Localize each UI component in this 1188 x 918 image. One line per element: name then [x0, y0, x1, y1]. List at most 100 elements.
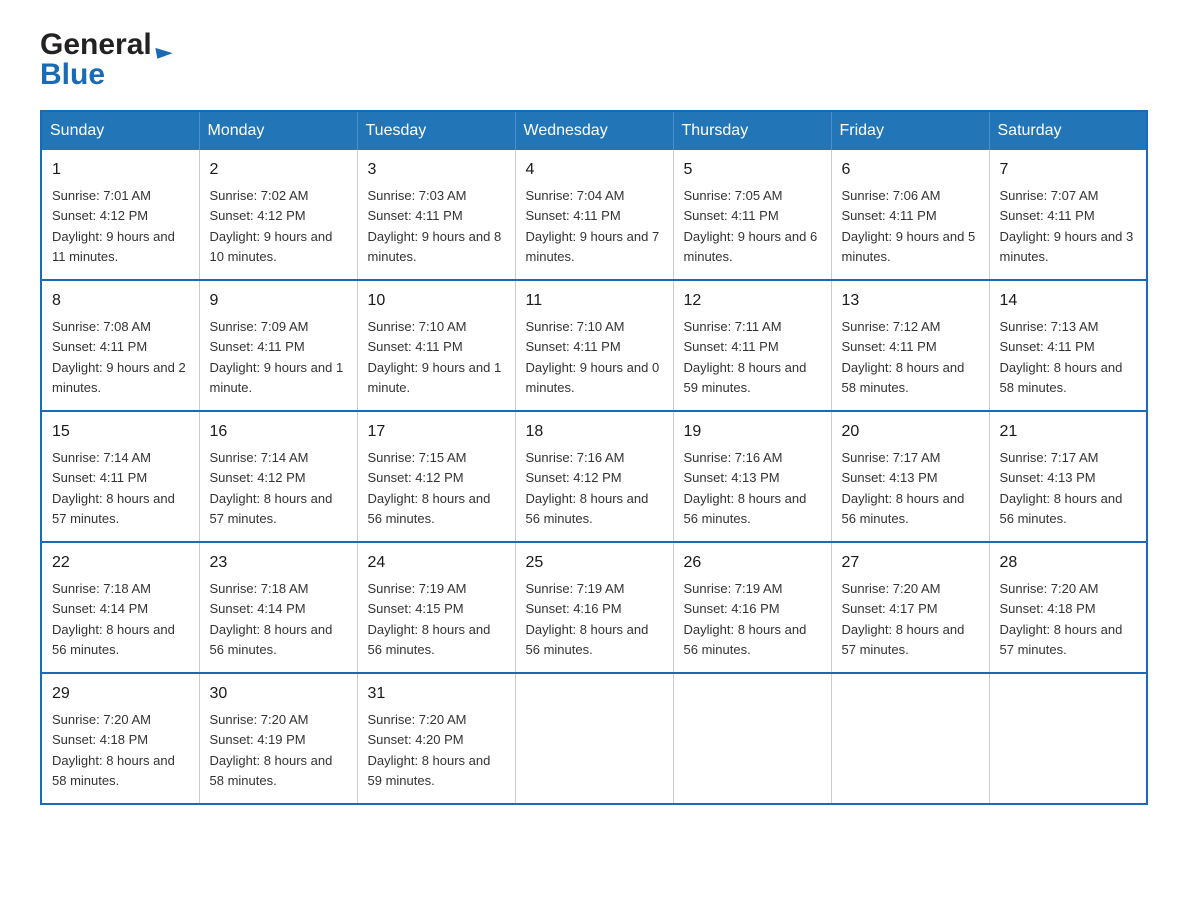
- calendar-cell: 22Sunrise: 7:18 AMSunset: 4:14 PMDayligh…: [41, 542, 199, 673]
- calendar-cell: 23 Sunrise: 7:18 AMSunset: 4:14 PMDayligh…: [199, 542, 357, 673]
- calendar-cell: 25Sunrise: 7:19 AMSunset: 4:16 PMDayligh…: [515, 542, 673, 673]
- calendar-cell: 8 Sunrise: 7:08 AMSunset: 4:11 PMDaylight…: [41, 280, 199, 411]
- day-info: Sunrise: 7:13 AMSunset: 4:11 PMDaylight:…: [1000, 319, 1123, 395]
- calendar-cell: 7Sunrise: 7:07 AMSunset: 4:11 PMDaylight…: [989, 150, 1147, 280]
- calendar-cell: 11 Sunrise: 7:10 AMSunset: 4:11 PMDayligh…: [515, 280, 673, 411]
- calendar-cell: 27 Sunrise: 7:20 AMSunset: 4:17 PMDayligh…: [831, 542, 989, 673]
- calendar-cell: 2 Sunrise: 7:02 AMSunset: 4:12 PMDaylight…: [199, 150, 357, 280]
- calendar-cell: 4 Sunrise: 7:04 AMSunset: 4:11 PMDaylight…: [515, 150, 673, 280]
- day-info: Sunrise: 7:10 AMSunset: 4:11 PMDaylight:…: [526, 319, 660, 395]
- day-number: 22: [52, 551, 189, 575]
- day-number: 19: [684, 420, 821, 444]
- dow-header-sunday: Sunday: [41, 111, 199, 150]
- calendar-cell: 26 Sunrise: 7:19 AMSunset: 4:16 PMDayligh…: [673, 542, 831, 673]
- day-number: 10: [368, 289, 505, 313]
- dow-header-thursday: Thursday: [673, 111, 831, 150]
- day-info: Sunrise: 7:11 AMSunset: 4:11 PMDaylight:…: [684, 319, 807, 395]
- day-number: 20: [842, 420, 979, 444]
- day-info: Sunrise: 7:14 AMSunset: 4:11 PMDaylight:…: [52, 450, 175, 526]
- day-info: Sunrise: 7:02 AMSunset: 4:12 PMDaylight:…: [210, 188, 333, 264]
- day-info: Sunrise: 7:08 AMSunset: 4:11 PMDaylight:…: [52, 319, 186, 395]
- day-number: 4: [526, 158, 663, 182]
- day-number: 27: [842, 551, 979, 575]
- day-number: 7: [1000, 158, 1137, 182]
- calendar-body: 1 Sunrise: 7:01 AMSunset: 4:12 PMDaylight…: [41, 150, 1147, 804]
- calendar-cell: 6 Sunrise: 7:06 AMSunset: 4:11 PMDaylight…: [831, 150, 989, 280]
- day-number: 12: [684, 289, 821, 313]
- day-number: 2: [210, 158, 347, 182]
- logo: General Blue: [40, 30, 172, 90]
- day-info: Sunrise: 7:14 AMSunset: 4:12 PMDaylight:…: [210, 450, 333, 526]
- day-info: Sunrise: 7:03 AMSunset: 4:11 PMDaylight:…: [368, 188, 502, 264]
- calendar-cell: 9Sunrise: 7:09 AMSunset: 4:11 PMDaylight…: [199, 280, 357, 411]
- day-number: 9: [210, 289, 347, 313]
- dow-header-tuesday: Tuesday: [357, 111, 515, 150]
- calendar-cell: 31Sunrise: 7:20 AMSunset: 4:20 PMDayligh…: [357, 673, 515, 804]
- calendar-cell: [989, 673, 1147, 804]
- day-number: 6: [842, 158, 979, 182]
- day-info: Sunrise: 7:16 AMSunset: 4:12 PMDaylight:…: [526, 450, 649, 526]
- day-number: 13: [842, 289, 979, 313]
- days-of-week-row: SundayMondayTuesdayWednesdayThursdayFrid…: [41, 111, 1147, 150]
- calendar-cell: 29Sunrise: 7:20 AMSunset: 4:18 PMDayligh…: [41, 673, 199, 804]
- day-info: Sunrise: 7:20 AMSunset: 4:20 PMDaylight:…: [368, 712, 491, 788]
- day-info: Sunrise: 7:20 AMSunset: 4:19 PMDaylight:…: [210, 712, 333, 788]
- day-number: 1: [52, 158, 189, 182]
- day-info: Sunrise: 7:20 AMSunset: 4:18 PMDaylight:…: [1000, 581, 1123, 657]
- day-info: Sunrise: 7:19 AMSunset: 4:16 PMDaylight:…: [526, 581, 649, 657]
- calendar-cell: 5Sunrise: 7:05 AMSunset: 4:11 PMDaylight…: [673, 150, 831, 280]
- day-number: 8: [52, 289, 189, 313]
- calendar-week-1: 1 Sunrise: 7:01 AMSunset: 4:12 PMDaylight…: [41, 150, 1147, 280]
- day-number: 16: [210, 420, 347, 444]
- calendar-cell: 21Sunrise: 7:17 AMSunset: 4:13 PMDayligh…: [989, 411, 1147, 542]
- day-info: Sunrise: 7:06 AMSunset: 4:11 PMDaylight:…: [842, 188, 976, 264]
- day-number: 15: [52, 420, 189, 444]
- calendar-cell: 28Sunrise: 7:20 AMSunset: 4:18 PMDayligh…: [989, 542, 1147, 673]
- calendar-cell: 1 Sunrise: 7:01 AMSunset: 4:12 PMDaylight…: [41, 150, 199, 280]
- day-info: Sunrise: 7:01 AMSunset: 4:12 PMDaylight:…: [52, 188, 175, 264]
- day-info: Sunrise: 7:12 AMSunset: 4:11 PMDaylight:…: [842, 319, 965, 395]
- calendar-week-3: 15 Sunrise: 7:14 AMSunset: 4:11 PMDayligh…: [41, 411, 1147, 542]
- day-info: Sunrise: 7:04 AMSunset: 4:11 PMDaylight:…: [526, 188, 660, 264]
- day-info: Sunrise: 7:19 AMSunset: 4:16 PMDaylight:…: [684, 581, 807, 657]
- calendar-cell: [831, 673, 989, 804]
- calendar-header: SundayMondayTuesdayWednesdayThursdayFrid…: [41, 111, 1147, 150]
- day-number: 3: [368, 158, 505, 182]
- calendar-cell: 14 Sunrise: 7:13 AMSunset: 4:11 PMDayligh…: [989, 280, 1147, 411]
- day-info: Sunrise: 7:18 AMSunset: 4:14 PMDaylight:…: [210, 581, 333, 657]
- day-number: 11: [526, 289, 663, 313]
- logo-blue: Blue: [40, 60, 105, 90]
- day-number: 23: [210, 551, 347, 575]
- calendar-cell: 17Sunrise: 7:15 AMSunset: 4:12 PMDayligh…: [357, 411, 515, 542]
- day-info: Sunrise: 7:20 AMSunset: 4:17 PMDaylight:…: [842, 581, 965, 657]
- calendar-cell: 15 Sunrise: 7:14 AMSunset: 4:11 PMDayligh…: [41, 411, 199, 542]
- day-info: Sunrise: 7:17 AMSunset: 4:13 PMDaylight:…: [842, 450, 965, 526]
- calendar-cell: 20 Sunrise: 7:17 AMSunset: 4:13 PMDayligh…: [831, 411, 989, 542]
- calendar-week-5: 29Sunrise: 7:20 AMSunset: 4:18 PMDayligh…: [41, 673, 1147, 804]
- calendar-cell: 24 Sunrise: 7:19 AMSunset: 4:15 PMDayligh…: [357, 542, 515, 673]
- day-number: 17: [368, 420, 505, 444]
- calendar-cell: 30 Sunrise: 7:20 AMSunset: 4:19 PMDayligh…: [199, 673, 357, 804]
- day-info: Sunrise: 7:19 AMSunset: 4:15 PMDaylight:…: [368, 581, 491, 657]
- calendar-cell: 18 Sunrise: 7:16 AMSunset: 4:12 PMDayligh…: [515, 411, 673, 542]
- day-number: 26: [684, 551, 821, 575]
- day-number: 30: [210, 682, 347, 706]
- dow-header-wednesday: Wednesday: [515, 111, 673, 150]
- page-header: General Blue: [40, 30, 1148, 90]
- calendar-cell: [673, 673, 831, 804]
- day-number: 5: [684, 158, 821, 182]
- dow-header-monday: Monday: [199, 111, 357, 150]
- calendar-week-4: 22 Sunrise: 7:18 AMSunset: 4:14 PMDayligh…: [41, 542, 1147, 673]
- calendar-week-2: 8 Sunrise: 7:08 AMSunset: 4:11 PMDaylight…: [41, 280, 1147, 411]
- logo-general: General: [40, 30, 172, 60]
- calendar-cell: 13 Sunrise: 7:12 AMSunset: 4:11 PMDayligh…: [831, 280, 989, 411]
- day-number: 18: [526, 420, 663, 444]
- day-info: Sunrise: 7:16 AMSunset: 4:13 PMDaylight:…: [684, 450, 807, 526]
- dow-header-saturday: Saturday: [989, 111, 1147, 150]
- day-number: 29: [52, 682, 189, 706]
- day-number: 21: [1000, 420, 1137, 444]
- calendar-cell: 12 Sunrise: 7:11 AMSunset: 4:11 PMDayligh…: [673, 280, 831, 411]
- day-info: Sunrise: 7:10 AMSunset: 4:11 PMDaylight:…: [368, 319, 502, 395]
- day-number: 14: [1000, 289, 1137, 313]
- day-number: 24: [368, 551, 505, 575]
